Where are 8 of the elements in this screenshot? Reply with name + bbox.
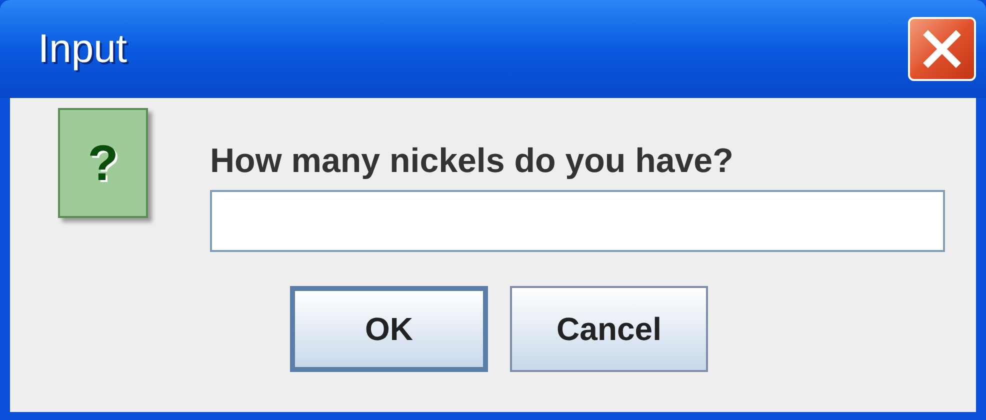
- prompt-text: How many nickels do you have?: [210, 144, 734, 178]
- dialog-button[interactable]: OK: [290, 286, 488, 372]
- close-button[interactable]: [908, 17, 976, 81]
- dialog-button[interactable]: Cancel: [510, 286, 708, 372]
- question-icon: ?: [58, 108, 148, 218]
- window-title: Input: [38, 26, 127, 73]
- input-field[interactable]: [210, 190, 945, 252]
- close-icon: [922, 29, 962, 69]
